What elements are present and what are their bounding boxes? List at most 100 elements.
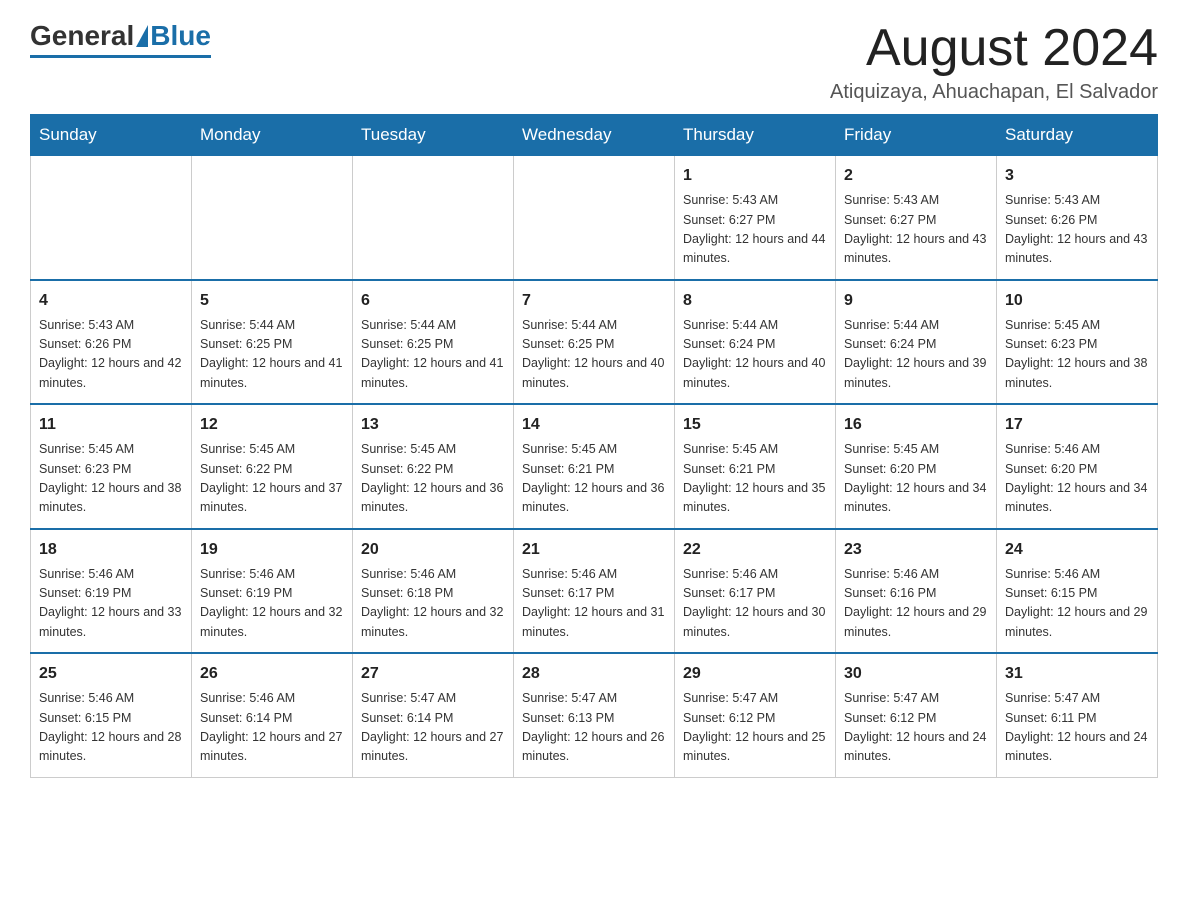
page-header: General Blue August 2024 Atiquizaya, Ahu…	[30, 20, 1158, 104]
day-info: Sunrise: 5:45 AMSunset: 6:23 PMDaylight:…	[1005, 316, 1149, 394]
day-number: 15	[683, 413, 827, 437]
col-header-wednesday: Wednesday	[514, 115, 675, 156]
day-info: Sunrise: 5:43 AMSunset: 6:27 PMDaylight:…	[683, 191, 827, 269]
calendar-cell: 8 Sunrise: 5:44 AMSunset: 6:24 PMDaylight…	[675, 280, 836, 405]
calendar-cell: 17 Sunrise: 5:46 AMSunset: 6:20 PMDayligh…	[997, 404, 1158, 529]
calendar-cell: 22Sunrise: 5:46 AMSunset: 6:17 PMDayligh…	[675, 529, 836, 654]
day-number: 14	[522, 413, 666, 437]
month-title: August 2024	[830, 20, 1158, 77]
calendar-cell: 24 Sunrise: 5:46 AMSunset: 6:15 PMDayligh…	[997, 529, 1158, 654]
day-number: 1	[683, 164, 827, 188]
day-number: 6	[361, 289, 505, 313]
day-number: 11	[39, 413, 183, 437]
day-number: 4	[39, 289, 183, 313]
day-info: Sunrise: 5:46 AMSunset: 6:16 PMDaylight:…	[844, 565, 988, 643]
day-number: 30	[844, 662, 988, 686]
calendar-cell: 1 Sunrise: 5:43 AMSunset: 6:27 PMDaylight…	[675, 156, 836, 280]
day-info: Sunrise: 5:46 AMSunset: 6:15 PMDaylight:…	[1005, 565, 1149, 643]
logo: General Blue	[30, 20, 211, 58]
calendar-cell: 27Sunrise: 5:47 AMSunset: 6:14 PMDayligh…	[353, 653, 514, 777]
col-header-sunday: Sunday	[31, 115, 192, 156]
day-number: 25	[39, 662, 183, 686]
day-number: 18	[39, 538, 183, 562]
day-info: Sunrise: 5:43 AMSunset: 6:26 PMDaylight:…	[1005, 191, 1149, 269]
day-number: 20	[361, 538, 505, 562]
week-row-5: 25 Sunrise: 5:46 AMSunset: 6:15 PMDayligh…	[31, 653, 1158, 777]
col-header-monday: Monday	[192, 115, 353, 156]
week-row-2: 4 Sunrise: 5:43 AMSunset: 6:26 PMDaylight…	[31, 280, 1158, 405]
day-number: 19	[200, 538, 344, 562]
calendar-cell: 7Sunrise: 5:44 AMSunset: 6:25 PMDaylight…	[514, 280, 675, 405]
day-info: Sunrise: 5:46 AMSunset: 6:19 PMDaylight:…	[200, 565, 344, 643]
calendar-cell	[31, 156, 192, 280]
week-row-3: 11 Sunrise: 5:45 AMSunset: 6:23 PMDayligh…	[31, 404, 1158, 529]
calendar-cell: 26 Sunrise: 5:46 AMSunset: 6:14 PMDayligh…	[192, 653, 353, 777]
calendar-cell: 20 Sunrise: 5:46 AMSunset: 6:18 PMDayligh…	[353, 529, 514, 654]
day-info: Sunrise: 5:47 AMSunset: 6:12 PMDaylight:…	[844, 689, 988, 767]
day-info: Sunrise: 5:43 AMSunset: 6:26 PMDaylight:…	[39, 316, 183, 394]
calendar-cell: 4 Sunrise: 5:43 AMSunset: 6:26 PMDaylight…	[31, 280, 192, 405]
day-number: 29	[683, 662, 827, 686]
day-info: Sunrise: 5:46 AMSunset: 6:20 PMDaylight:…	[1005, 440, 1149, 518]
day-info: Sunrise: 5:45 AMSunset: 6:21 PMDaylight:…	[522, 440, 666, 518]
day-info: Sunrise: 5:45 AMSunset: 6:21 PMDaylight:…	[683, 440, 827, 518]
week-row-4: 18 Sunrise: 5:46 AMSunset: 6:19 PMDayligh…	[31, 529, 1158, 654]
calendar-cell: 29Sunrise: 5:47 AMSunset: 6:12 PMDayligh…	[675, 653, 836, 777]
day-number: 5	[200, 289, 344, 313]
day-info: Sunrise: 5:45 AMSunset: 6:20 PMDaylight:…	[844, 440, 988, 518]
day-number: 24	[1005, 538, 1149, 562]
location-subtitle: Atiquizaya, Ahuachapan, El Salvador	[830, 81, 1158, 104]
col-header-friday: Friday	[836, 115, 997, 156]
day-number: 8	[683, 289, 827, 313]
day-info: Sunrise: 5:44 AMSunset: 6:25 PMDaylight:…	[522, 316, 666, 394]
day-info: Sunrise: 5:46 AMSunset: 6:14 PMDaylight:…	[200, 689, 344, 767]
calendar-cell	[353, 156, 514, 280]
calendar-cell	[514, 156, 675, 280]
col-header-thursday: Thursday	[675, 115, 836, 156]
calendar-cell: 10Sunrise: 5:45 AMSunset: 6:23 PMDayligh…	[997, 280, 1158, 405]
day-number: 28	[522, 662, 666, 686]
day-info: Sunrise: 5:46 AMSunset: 6:17 PMDaylight:…	[683, 565, 827, 643]
day-info: Sunrise: 5:44 AMSunset: 6:25 PMDaylight:…	[361, 316, 505, 394]
day-number: 17	[1005, 413, 1149, 437]
calendar-cell: 25 Sunrise: 5:46 AMSunset: 6:15 PMDayligh…	[31, 653, 192, 777]
day-number: 23	[844, 538, 988, 562]
day-info: Sunrise: 5:44 AMSunset: 6:24 PMDaylight:…	[844, 316, 988, 394]
day-info: Sunrise: 5:45 AMSunset: 6:23 PMDaylight:…	[39, 440, 183, 518]
day-info: Sunrise: 5:46 AMSunset: 6:18 PMDaylight:…	[361, 565, 505, 643]
day-info: Sunrise: 5:44 AMSunset: 6:25 PMDaylight:…	[200, 316, 344, 394]
day-info: Sunrise: 5:46 AMSunset: 6:17 PMDaylight:…	[522, 565, 666, 643]
day-info: Sunrise: 5:46 AMSunset: 6:19 PMDaylight:…	[39, 565, 183, 643]
day-number: 31	[1005, 662, 1149, 686]
day-number: 26	[200, 662, 344, 686]
day-info: Sunrise: 5:43 AMSunset: 6:27 PMDaylight:…	[844, 191, 988, 269]
calendar-cell: 11 Sunrise: 5:45 AMSunset: 6:23 PMDayligh…	[31, 404, 192, 529]
day-info: Sunrise: 5:47 AMSunset: 6:11 PMDaylight:…	[1005, 689, 1149, 767]
logo-blue-text: Blue	[150, 20, 211, 52]
calendar-cell: 28Sunrise: 5:47 AMSunset: 6:13 PMDayligh…	[514, 653, 675, 777]
calendar-cell: 31 Sunrise: 5:47 AMSunset: 6:11 PMDayligh…	[997, 653, 1158, 777]
day-number: 13	[361, 413, 505, 437]
day-number: 21	[522, 538, 666, 562]
day-info: Sunrise: 5:44 AMSunset: 6:24 PMDaylight:…	[683, 316, 827, 394]
calendar-cell: 2Sunrise: 5:43 AMSunset: 6:27 PMDaylight…	[836, 156, 997, 280]
calendar-cell: 13 Sunrise: 5:45 AMSunset: 6:22 PMDayligh…	[353, 404, 514, 529]
calendar-cell: 14 Sunrise: 5:45 AMSunset: 6:21 PMDayligh…	[514, 404, 675, 529]
logo-underline	[30, 55, 211, 58]
day-info: Sunrise: 5:46 AMSunset: 6:15 PMDaylight:…	[39, 689, 183, 767]
calendar-cell: 16 Sunrise: 5:45 AMSunset: 6:20 PMDayligh…	[836, 404, 997, 529]
col-header-tuesday: Tuesday	[353, 115, 514, 156]
calendar-header-row: SundayMondayTuesdayWednesdayThursdayFrid…	[31, 115, 1158, 156]
day-number: 16	[844, 413, 988, 437]
day-info: Sunrise: 5:45 AMSunset: 6:22 PMDaylight:…	[200, 440, 344, 518]
day-number: 12	[200, 413, 344, 437]
day-info: Sunrise: 5:47 AMSunset: 6:14 PMDaylight:…	[361, 689, 505, 767]
calendar-cell	[192, 156, 353, 280]
title-area: August 2024 Atiquizaya, Ahuachapan, El S…	[830, 20, 1158, 104]
calendar-cell: 9Sunrise: 5:44 AMSunset: 6:24 PMDaylight…	[836, 280, 997, 405]
calendar-cell: 23 Sunrise: 5:46 AMSunset: 6:16 PMDayligh…	[836, 529, 997, 654]
day-number: 3	[1005, 164, 1149, 188]
week-row-1: 1 Sunrise: 5:43 AMSunset: 6:27 PMDaylight…	[31, 156, 1158, 280]
day-info: Sunrise: 5:45 AMSunset: 6:22 PMDaylight:…	[361, 440, 505, 518]
logo-arrow-icon	[136, 25, 148, 47]
